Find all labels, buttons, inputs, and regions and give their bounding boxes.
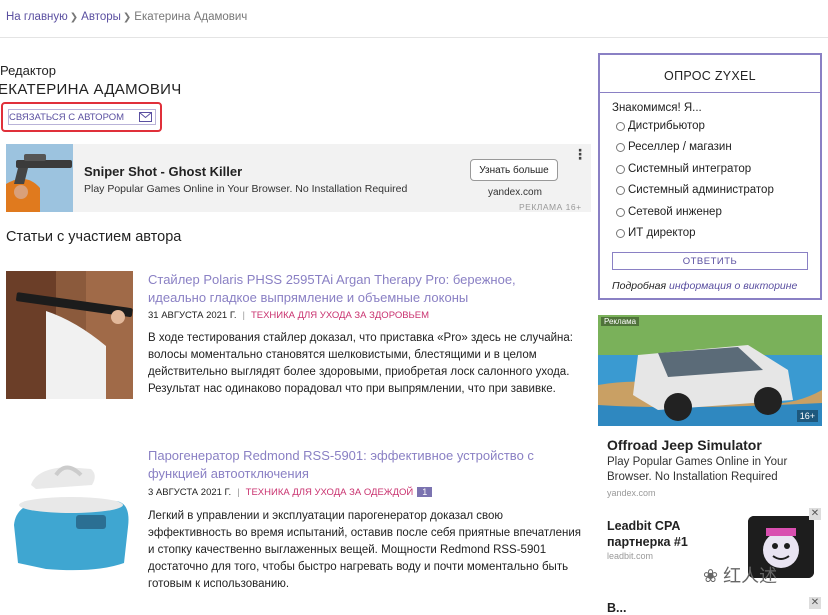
ad-title[interactable]: Sniper Shot - Ghost Killer	[84, 164, 242, 179]
radio-icon[interactable]	[616, 142, 625, 152]
ad-banner[interactable]: Sniper Shot - Ghost Killer Play Popular …	[6, 144, 591, 212]
poll-footer-text: Подробная	[612, 280, 667, 292]
poll-option-label: ИТ директор	[628, 227, 696, 239]
breadcrumb-home-link[interactable]: На главную	[6, 11, 68, 23]
poll-footer: Подробная информация о викторине	[612, 280, 797, 292]
right-ad-domain: yandex.com	[607, 488, 656, 498]
divider: |	[242, 310, 245, 321]
poll-title: ОПРОС ZYXEL	[664, 69, 756, 83]
article-date: 31 АВГУСТА 2021 Г.	[148, 310, 237, 321]
right-ad3-title[interactable]: В...	[607, 601, 626, 615]
ad-tag: Реклама	[601, 317, 640, 326]
author-role: Редактор	[0, 63, 56, 78]
radio-icon[interactable]	[616, 121, 625, 131]
poll-option[interactable]: Системный администратор	[616, 184, 774, 196]
contact-author-label: СВЯЗАТЬСЯ С АВТОРОМ	[9, 111, 124, 123]
radio-icon[interactable]	[616, 228, 625, 238]
close-icon[interactable]: ✕	[809, 597, 821, 609]
poll-option[interactable]: Системный интегратор	[616, 163, 751, 175]
ad-label: РЕКЛАМА 16+	[519, 202, 582, 212]
poll-option[interactable]: ИТ директор	[616, 227, 696, 239]
article-meta: 31 АВГУСТА 2021 Г. | ТЕХНИКА ДЛЯ УХОДА ЗА …	[148, 310, 429, 321]
ad-description: Play Popular Games Online in Your Browse…	[84, 183, 408, 195]
section-heading: Статьи с участием автора	[6, 229, 182, 245]
article-title-link[interactable]: Парогенератор Redmond RSS-5901: эффектив…	[148, 447, 568, 483]
right-ad-image[interactable]: Реклама 16+	[598, 315, 822, 426]
ad-label-text: РЕКЛАМА	[519, 202, 563, 212]
wechat-icon: ❀	[703, 566, 719, 586]
watermark-text: 红人述	[723, 566, 778, 586]
poll-option-label: Дистрибьютор	[628, 120, 705, 132]
right-ad-title[interactable]: Offroad Jeep Simulator	[607, 437, 762, 453]
poll-option-label: Системный администратор	[628, 184, 774, 196]
divider	[0, 37, 828, 38]
ad-image	[6, 144, 73, 212]
radio-icon[interactable]	[616, 207, 625, 217]
ad-domain: yandex.com	[488, 187, 542, 198]
breadcrumb-current: Екатерина Адамович	[134, 11, 248, 23]
poll-option[interactable]: Дистрибьютор	[616, 120, 705, 132]
article-thumbnail[interactable]	[6, 271, 133, 399]
poll-option-label: Реселлер / магазин	[628, 141, 732, 153]
watermark: ❀ 红人述	[703, 562, 777, 588]
article-category-link[interactable]: ТЕХНИКА ДЛЯ УХОДА ЗА ЗДОРОВЬЕМ	[251, 310, 429, 321]
breadcrumb-authors-link[interactable]: Авторы	[81, 11, 121, 23]
article-category-link[interactable]: ТЕХНИКА ДЛЯ УХОДА ЗА ОДЕЖДОЙ	[246, 487, 414, 498]
article-excerpt: В ходе тестирования стайлер доказал, что…	[148, 332, 573, 395]
article-date: 3 АВГУСТА 2021 Г.	[148, 487, 232, 498]
comment-count-badge[interactable]: 1	[417, 487, 433, 497]
mail-icon	[139, 112, 152, 122]
poll-option-label: Сетевой инженер	[628, 206, 722, 218]
divider: |	[237, 487, 240, 498]
article-meta: 3 АВГУСТА 2021 Г. | ТЕХНИКА ДЛЯ УХОДА ЗА О…	[148, 487, 433, 498]
highlight-box: СВЯЗАТЬСЯ С АВТОРОМ	[1, 102, 162, 132]
author-name: ЕКАТЕРИНА АДАМОВИЧ	[0, 81, 182, 98]
divider	[600, 92, 820, 93]
breadcrumb: На главную ❯ Авторы ❯ Екатерина Адамович	[6, 11, 247, 23]
poll-widget: ОПРОС ZYXEL Знакомимся! Я... Дистрибьюто…	[598, 53, 822, 300]
right-ad2-domain: leadbit.com	[607, 551, 654, 561]
close-icon[interactable]: ✕	[809, 508, 821, 520]
radio-icon[interactable]	[616, 185, 625, 195]
chevron-right-icon: ❯	[69, 12, 79, 23]
right-ad2-title[interactable]: Leadbit CPA партнерка #1	[607, 518, 737, 550]
chevron-right-icon: ❯	[122, 12, 132, 23]
poll-submit-button[interactable]: ОТВЕТИТЬ	[612, 252, 808, 270]
poll-option-label: Системный интегратор	[628, 163, 752, 175]
quiz-info-link[interactable]: информация о викторине	[669, 280, 797, 292]
poll-option[interactable]: Сетевой инженер	[616, 206, 722, 218]
right-ad-description: Play Popular Games Online in Your Browse…	[607, 456, 788, 483]
article-title-link[interactable]: Стайлер Polaris PHSS 2595TAi Argan Thera…	[148, 271, 568, 307]
poll-question: Знакомимся! Я...	[612, 102, 702, 114]
ad-age: 16+	[565, 202, 582, 212]
more-vertical-icon[interactable]: ⋮	[573, 147, 587, 161]
ad-age: 16+	[796, 410, 818, 422]
ad-learn-more-button[interactable]: Узнать больше	[470, 159, 558, 181]
contact-author-button[interactable]: СВЯЗАТЬСЯ С АВТОРОМ	[8, 109, 156, 125]
article-excerpt: Легкий в управлении и эксплуатации парог…	[148, 510, 582, 590]
article-thumbnail[interactable]	[6, 455, 133, 583]
poll-option[interactable]: Реселлер / магазин	[616, 141, 732, 153]
radio-icon[interactable]	[616, 164, 625, 174]
